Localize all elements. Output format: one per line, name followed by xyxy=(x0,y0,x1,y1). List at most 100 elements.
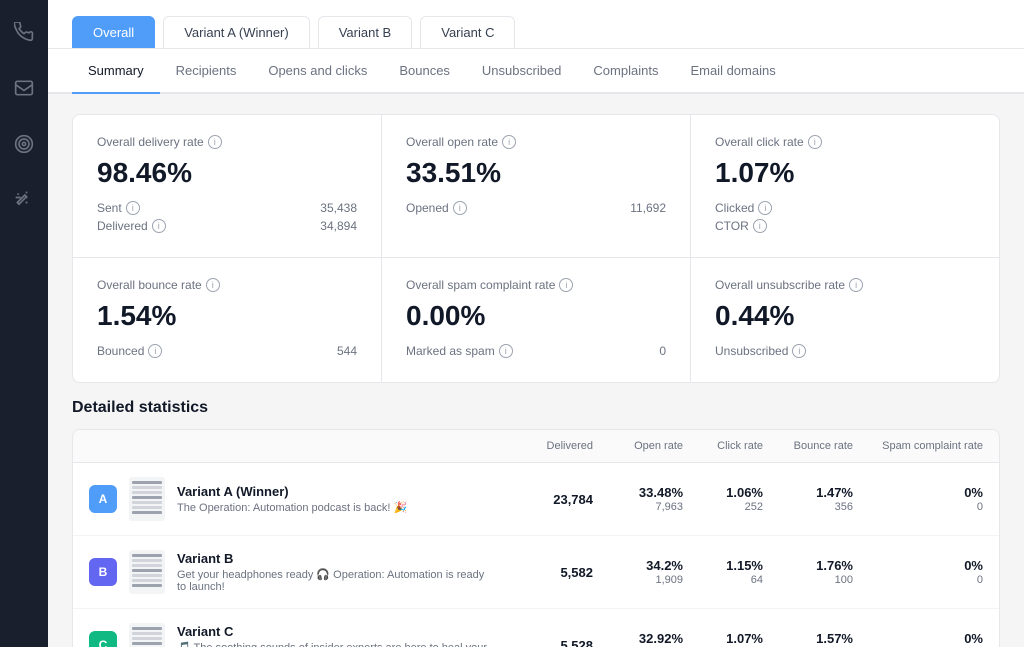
metric-spam-rate: Overall spam complaint rate i 0.00% Mark… xyxy=(382,258,690,382)
bounce-rate-value: 1.54% xyxy=(97,300,357,332)
unsubscribe-rate-info-icon[interactable]: i xyxy=(849,278,863,292)
metric-delivery-rate: Overall delivery rate i 98.46% Sent i 35… xyxy=(73,115,381,257)
metric-unsubscribe-rate: Overall unsubscribe rate i 0.44% Unsubsc… xyxy=(691,258,999,382)
click-rate-info-icon[interactable]: i xyxy=(808,135,822,149)
delivery-rate-info-icon[interactable]: i xyxy=(208,135,222,149)
variant-c-bounce-rate: 1.57% 88 xyxy=(763,631,853,647)
stats-table: Delivered Open rate Click rate Bounce ra… xyxy=(72,429,1000,647)
variant-b-spam-rate: 0% 0 xyxy=(853,558,983,586)
variant-tab-a[interactable]: Variant A (Winner) xyxy=(163,16,310,48)
bounce-rate-label: Overall bounce rate i xyxy=(97,278,357,292)
header-click-rate: Click rate xyxy=(683,440,763,452)
tab-complaints[interactable]: Complaints xyxy=(577,49,674,94)
tab-unsubscribed[interactable]: Unsubscribed xyxy=(466,49,578,94)
click-rate-value: 1.07% xyxy=(715,157,975,189)
variant-a-badge: A xyxy=(89,485,117,513)
variant-a-bounce-rate: 1.47% 356 xyxy=(763,485,853,513)
variant-c-text: Variant C 🎵 The soothing sounds of insid… xyxy=(177,624,493,647)
tab-email-domains[interactable]: Email domains xyxy=(674,49,791,94)
variant-a-open-rate: 33.48% 7,963 xyxy=(593,485,683,513)
variant-tab-overall[interactable]: Overall xyxy=(72,16,155,48)
variant-c-name: Variant C xyxy=(177,624,493,639)
variant-b-badge: B xyxy=(89,558,117,586)
bounced-info-icon[interactable]: i xyxy=(148,344,162,358)
variant-a-text: Variant A (Winner) The Operation: Automa… xyxy=(177,484,493,514)
header-bounce-rate: Bounce rate xyxy=(763,440,853,452)
tab-opens-clicks[interactable]: Opens and clicks xyxy=(252,49,383,94)
tab-summary[interactable]: Summary xyxy=(72,49,160,94)
table-row: B Variant B Get your headphones ready 🎧 … xyxy=(73,536,999,609)
variant-c-subject: 🎵 The soothing sounds of insider experts… xyxy=(177,641,493,647)
unsubscribed-row: Unsubscribed i xyxy=(715,344,975,358)
sidebar xyxy=(0,0,48,647)
variant-c-delivered: 5,528 xyxy=(493,638,593,647)
sub-tabs: Summary Recipients Opens and clicks Boun… xyxy=(48,49,1024,94)
unsubscribe-rate-value: 0.44% xyxy=(715,300,975,332)
content-area: Overall delivery rate i 98.46% Sent i 35… xyxy=(48,94,1024,647)
marked-as-spam-row: Marked as spam i 0 xyxy=(406,344,666,358)
variant-a-name: Variant A (Winner) xyxy=(177,484,493,499)
detailed-statistics-title: Detailed statistics xyxy=(72,399,1000,417)
tab-bounces[interactable]: Bounces xyxy=(383,49,466,94)
variant-a-click-rate: 1.06% 252 xyxy=(683,485,763,513)
variant-b-subject: Get your headphones ready 🎧 Operation: A… xyxy=(177,568,493,593)
table-row: A Variant A (Winner) The Operation: Auto… xyxy=(73,463,999,536)
spam-info-icon[interactable]: i xyxy=(499,344,513,358)
variant-b-thumbnail xyxy=(129,550,165,594)
tab-recipients[interactable]: Recipients xyxy=(160,49,253,94)
ctor-row: CTOR i xyxy=(715,219,975,233)
spam-rate-label: Overall spam complaint rate i xyxy=(406,278,666,292)
stats-table-header: Delivered Open rate Click rate Bounce ra… xyxy=(73,430,999,463)
opened-row: Opened i 11,692 xyxy=(406,201,666,215)
variant-a-info: A Variant A (Winner) The Operation: Auto… xyxy=(89,477,493,521)
ctor-info-icon[interactable]: i xyxy=(753,219,767,233)
variant-a-subject: The Operation: Automation podcast is bac… xyxy=(177,501,493,514)
variant-tab-b[interactable]: Variant B xyxy=(318,16,413,48)
variant-a-spam-rate: 0% 0 xyxy=(853,485,983,513)
unsubscribe-rate-label: Overall unsubscribe rate i xyxy=(715,278,975,292)
delivery-sent-row: Sent i 35,438 xyxy=(97,201,357,215)
broadcast-icon[interactable] xyxy=(8,16,40,48)
bounced-row: Bounced i 544 xyxy=(97,344,357,358)
magic-icon[interactable] xyxy=(8,184,40,216)
variant-c-open-rate: 32.92% 1,820 xyxy=(593,631,683,647)
variant-c-thumbnail xyxy=(129,623,165,647)
spam-rate-value: 0.00% xyxy=(406,300,666,332)
metric-click-rate: Overall click rate i 1.07% Clicked i CTO… xyxy=(691,115,999,257)
email-icon[interactable] xyxy=(8,72,40,104)
variant-c-info: C Variant C 🎵 The soothing sounds of ins… xyxy=(89,623,493,647)
variant-tabs: Overall Variant A (Winner) Variant B Var… xyxy=(48,0,1024,49)
variant-b-name: Variant B xyxy=(177,551,493,566)
spam-rate-info-icon[interactable]: i xyxy=(559,278,573,292)
header-variant xyxy=(89,440,493,452)
open-rate-info-icon[interactable]: i xyxy=(502,135,516,149)
variant-b-open-rate: 34.2% 1,909 xyxy=(593,558,683,586)
header-spam-rate: Spam complaint rate xyxy=(853,440,983,452)
open-rate-value: 33.51% xyxy=(406,157,666,189)
metrics-grid: Overall delivery rate i 98.46% Sent i 35… xyxy=(72,114,1000,383)
unsubscribed-info-icon[interactable]: i xyxy=(792,344,806,358)
click-rate-label: Overall click rate i xyxy=(715,135,975,149)
variant-b-text: Variant B Get your headphones ready 🎧 Op… xyxy=(177,551,493,593)
variant-c-badge: C xyxy=(89,631,117,647)
clicked-row: Clicked i xyxy=(715,201,975,215)
table-row: C Variant C 🎵 The soothing sounds of ins… xyxy=(73,609,999,647)
sent-info-icon[interactable]: i xyxy=(126,201,140,215)
variant-b-delivered: 5,582 xyxy=(493,565,593,580)
clicked-info-icon[interactable]: i xyxy=(758,201,772,215)
variant-b-info: B Variant B Get your headphones ready 🎧 … xyxy=(89,550,493,594)
opened-info-icon[interactable]: i xyxy=(453,201,467,215)
open-rate-label: Overall open rate i xyxy=(406,135,666,149)
metric-open-rate: Overall open rate i 33.51% Opened i 11,6… xyxy=(382,115,690,257)
header-delivered: Delivered xyxy=(493,440,593,452)
delivery-rate-value: 98.46% xyxy=(97,157,357,189)
delivered-info-icon[interactable]: i xyxy=(152,219,166,233)
target-icon[interactable] xyxy=(8,128,40,160)
variant-a-delivered: 23,784 xyxy=(493,492,593,507)
variant-b-bounce-rate: 1.76% 100 xyxy=(763,558,853,586)
delivery-rate-label: Overall delivery rate i xyxy=(97,135,357,149)
variant-tab-c[interactable]: Variant C xyxy=(420,16,515,48)
variant-c-click-rate: 1.07% 59 xyxy=(683,631,763,647)
bounce-rate-info-icon[interactable]: i xyxy=(206,278,220,292)
metric-bounce-rate: Overall bounce rate i 1.54% Bounced i 54… xyxy=(73,258,381,382)
